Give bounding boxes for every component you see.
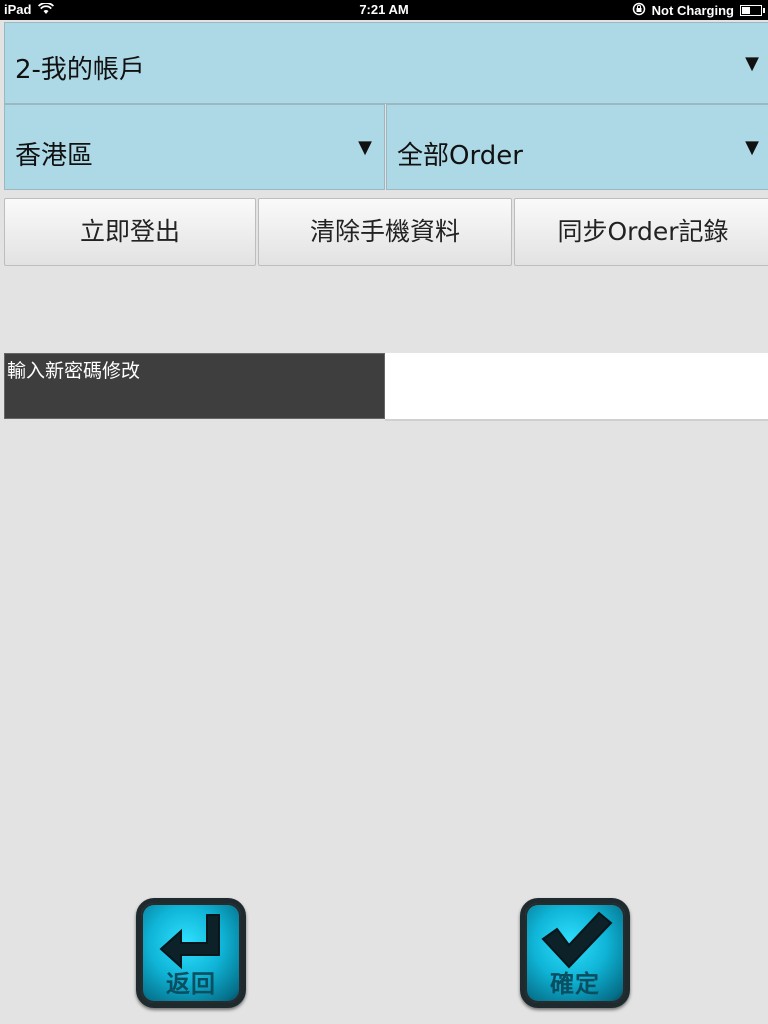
wifi-icon	[37, 2, 55, 18]
order-filter-dropdown[interactable]: 全部Order ▼	[386, 104, 768, 190]
account-dropdown-value: 2-我的帳戶	[15, 55, 145, 85]
confirm-button[interactable]: 確定	[520, 898, 630, 1008]
dropdown-arrow-icon: ▼	[745, 53, 759, 74]
clear-phone-data-button[interactable]: 清除手機資料	[258, 198, 512, 266]
sync-orders-button[interactable]: 同步Order記錄	[514, 198, 768, 266]
charging-status: Not Charging	[651, 3, 734, 18]
region-dropdown[interactable]: 香港區 ▼	[4, 104, 385, 190]
order-filter-value: 全部Order	[397, 141, 523, 171]
new-password-label: 輸入新密碼修改	[4, 353, 385, 419]
dropdown-arrow-icon: ▼	[745, 137, 759, 158]
device-name: iPad	[4, 2, 32, 17]
dropdown-arrow-icon: ▼	[358, 137, 372, 158]
confirm-label: 確定	[550, 970, 600, 998]
back-label: 返回	[166, 970, 216, 998]
account-dropdown[interactable]: 2-我的帳戶 ▼	[4, 22, 768, 104]
battery-icon	[740, 5, 765, 16]
region-dropdown-value: 香港區	[15, 141, 94, 171]
status-bar: iPad 7:21 AM Not Charging	[0, 0, 768, 20]
battery-level	[742, 7, 750, 14]
status-right: Not Charging	[632, 2, 765, 19]
back-button[interactable]: 返回	[136, 898, 246, 1008]
new-password-input[interactable]	[385, 353, 768, 421]
logout-button[interactable]: 立即登出	[4, 198, 256, 266]
rotation-lock-icon	[632, 2, 646, 19]
